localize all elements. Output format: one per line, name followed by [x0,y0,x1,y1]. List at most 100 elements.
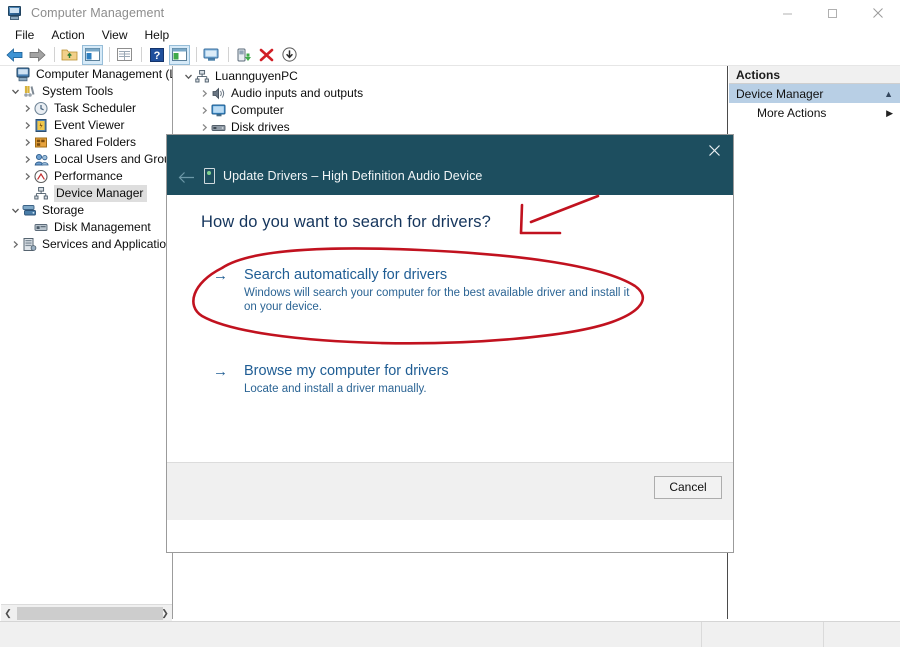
expander-collapsed[interactable] [21,121,34,130]
tree-item-disk-management[interactable]: Disk Management [1,219,172,236]
expander-collapsed[interactable] [21,138,34,147]
device-node-label: Disk drives [231,120,290,134]
minimize-button[interactable] [765,0,810,26]
update-drivers-dialog: Update Drivers – High Definition Audio D… [166,134,734,553]
close-icon[interactable] [699,138,729,162]
actions-item-label: More Actions [757,106,827,120]
window-title: Computer Management [31,6,165,20]
actions-group-device-manager[interactable]: Device Manager ▲ [729,84,900,103]
tree-item-storage[interactable]: Storage [1,202,172,219]
back-arrow-icon[interactable] [174,167,198,187]
tree-item-label: Storage [42,203,85,217]
tree-item-label: Disk Management [54,220,151,234]
device-node-label: Audio inputs and outputs [231,86,364,100]
tree-item-label: Event Viewer [54,118,125,132]
scrollbar-track[interactable] [15,606,163,621]
tree-item-label: Performance [54,169,123,183]
option-search-automatically[interactable]: → Search automatically for drivers Windo… [213,267,643,314]
option-browse-my-computer[interactable]: → Browse my computer for drivers Locate … [213,363,643,396]
disable-device-icon[interactable] [279,45,300,65]
device-icon [204,168,215,184]
properties-icon[interactable] [114,45,135,65]
show-hide-console-tree-icon[interactable] [82,44,103,65]
tree-item-performance[interactable]: Performance [1,168,172,185]
tree-item-event-viewer[interactable]: Event Viewer [1,117,172,134]
device-node-label: LuannguyenPC [215,69,298,83]
menu-help[interactable]: Help [137,27,179,43]
tree-item-label: Task Scheduler [54,101,137,115]
tree-item-shared-folders[interactable]: Shared Folders [1,134,172,151]
local-users-icon [34,152,50,167]
actions-item-more-actions[interactable]: More Actions ▶ [729,103,900,123]
dialog-title: Update Drivers – High Definition Audio D… [223,169,483,183]
tree-item-system-tools[interactable]: System Tools [1,83,172,100]
window-title-bar: Computer Management [0,0,900,26]
system-tools-icon [22,84,38,99]
toolbar: ? [0,44,900,66]
tree-item-computer-management[interactable]: Computer Management (Local [1,66,172,83]
tree-item-device-manager[interactable]: Device Manager [1,185,172,202]
arrow-right-icon: → [213,267,228,284]
scrollbar-thumb[interactable] [17,606,163,620]
task-scheduler-icon [34,101,50,116]
status-bar [0,621,900,647]
toolbar-separator [109,47,110,62]
expander-expanded[interactable] [182,72,195,81]
option-description: Windows will search your computer for th… [244,287,630,313]
performance-icon [34,169,50,184]
status-segment-middle [702,622,824,647]
device-node-computer[interactable]: Computer [174,102,727,119]
collapse-caret-icon[interactable]: ▲ [884,89,893,99]
disk-management-icon [34,220,50,235]
expander-collapsed[interactable] [9,240,22,249]
tree-item-local-users-and-groups[interactable]: Local Users and Groups [1,151,172,168]
event-viewer-icon [34,118,50,133]
device-node-audio-inputs-and-outputs[interactable]: Audio inputs and outputs [174,85,727,102]
console-tree-pane[interactable]: Computer Management (Local System Tools [1,66,173,619]
scroll-left-icon[interactable]: ❮ [1,606,15,621]
menu-action[interactable]: Action [43,27,93,43]
actions-pane-header: Actions [729,66,900,84]
option-title[interactable]: Search automatically for drivers [244,267,643,284]
maximize-button[interactable] [810,0,855,26]
expander-collapsed[interactable] [21,104,34,113]
tree-item-task-scheduler[interactable]: Task Scheduler [1,100,172,117]
back-icon[interactable] [4,45,25,65]
expander-expanded[interactable] [9,206,22,215]
help-icon[interactable]: ? [146,45,167,65]
menu-bar: File Action View Help [0,26,900,44]
expander-collapsed[interactable] [198,106,211,115]
expander-expanded[interactable] [9,87,22,96]
menu-file[interactable]: File [7,27,43,43]
option-title[interactable]: Browse my computer for drivers [244,363,643,380]
close-button[interactable] [855,0,900,26]
forward-icon[interactable] [27,45,48,65]
up-folder-icon[interactable] [59,45,80,65]
computer-management-icon [8,5,24,21]
option-description: Locate and install a driver manually. [244,383,427,395]
expander-collapsed[interactable] [21,155,34,164]
tree-item-label: Shared Folders [54,135,137,149]
expander-collapsed[interactable] [198,123,211,132]
device-node-luannguyenpc[interactable]: LuannguyenPC [174,68,727,85]
update-driver-icon[interactable] [233,45,254,65]
tree-item-label: Local Users and Groups [54,152,173,166]
scan-hardware-changes-icon[interactable] [201,45,222,65]
audio-icon [211,86,227,101]
tree-item-label: Device Manager [54,185,148,202]
services-icon [22,237,38,252]
disk-drive-icon [211,120,227,135]
tree-item-services-and-applications[interactable]: Services and Applications [1,236,172,253]
console-tree-horizontal-scrollbar[interactable]: ❮ ❯ [1,604,172,621]
menu-view[interactable]: View [94,27,137,43]
status-segment-right [824,622,900,647]
device-manager-icon [34,186,50,201]
cancel-button[interactable]: Cancel [654,476,722,499]
tree-item-label: System Tools [42,84,114,98]
uninstall-device-icon[interactable] [256,45,277,65]
expander-collapsed[interactable] [198,89,211,98]
dialog-body: How do you want to search for drivers? →… [167,195,733,520]
show-hide-action-pane-icon[interactable] [169,44,190,65]
dialog-footer: Cancel [167,462,733,520]
expander-collapsed[interactable] [21,172,34,181]
